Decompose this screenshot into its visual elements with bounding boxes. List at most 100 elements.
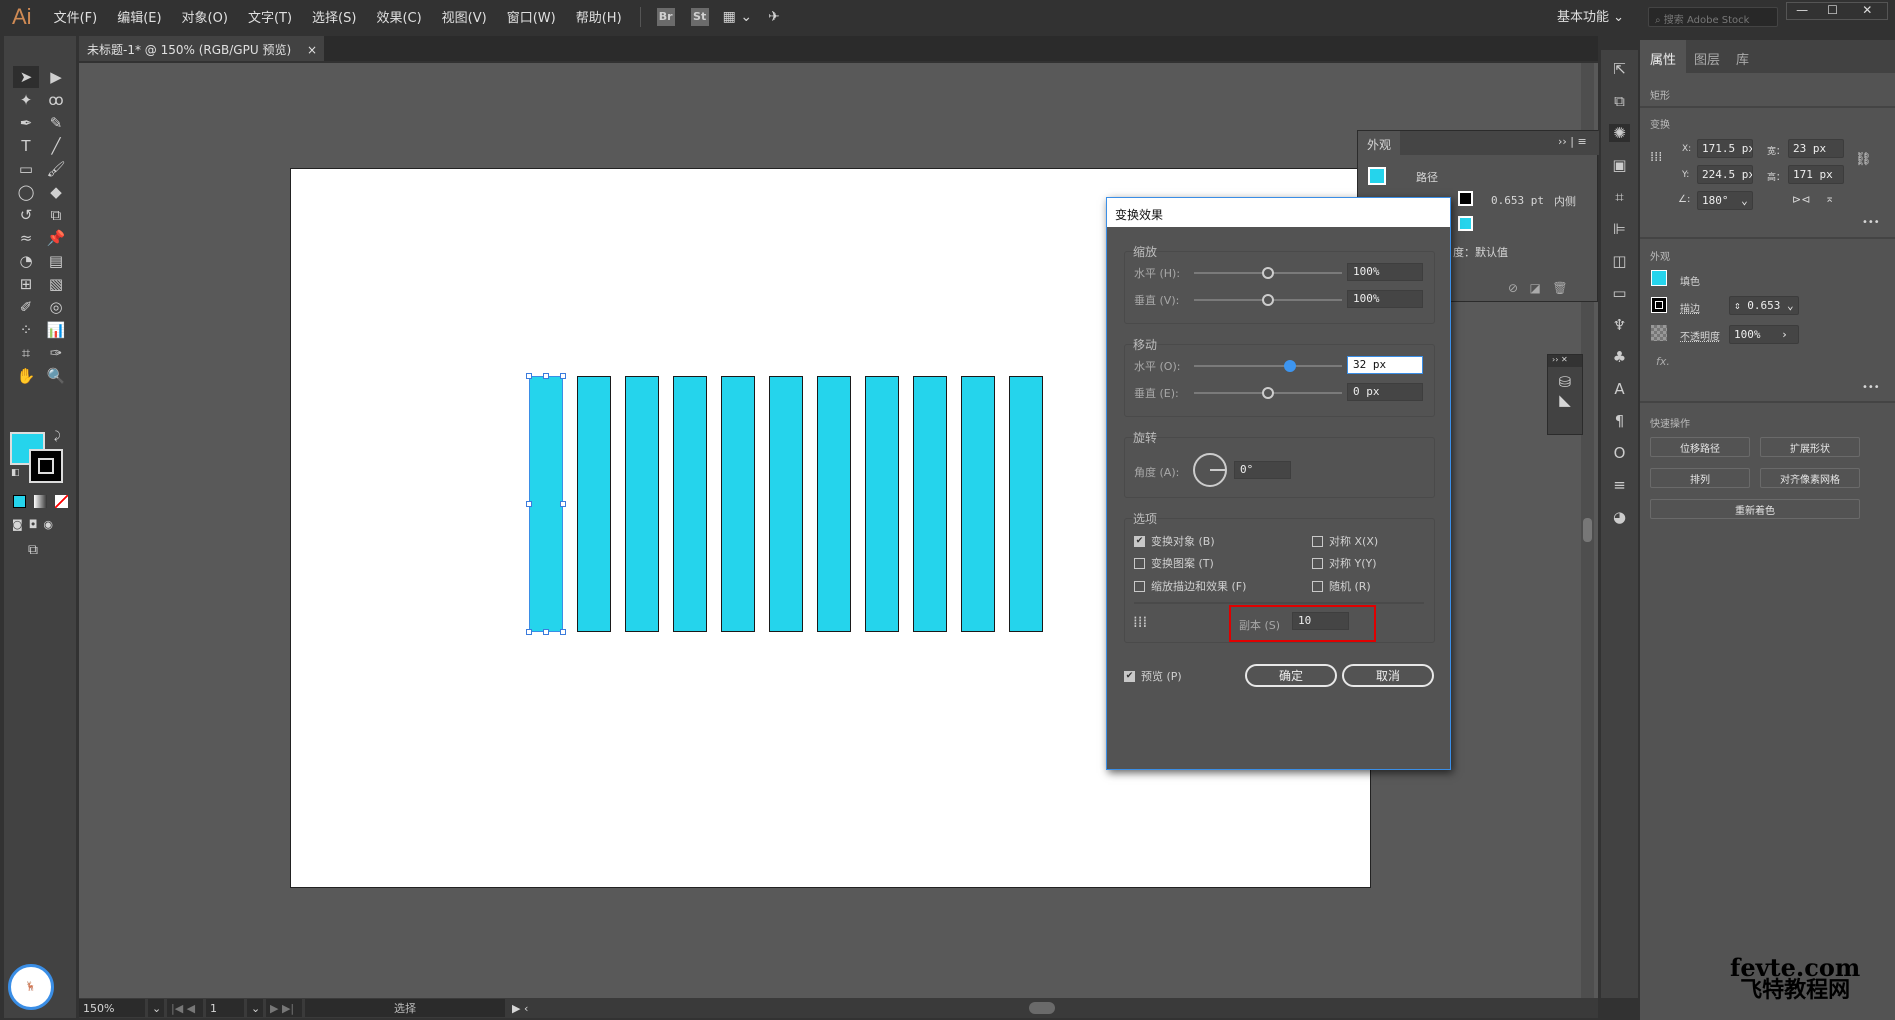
perspective-grid-tool-icon[interactable]: ▤ (43, 250, 69, 272)
magic-wand-tool-icon[interactable]: ✦ (13, 89, 39, 111)
fill-swatch[interactable] (1651, 270, 1667, 286)
scale-v-slider[interactable] (1194, 294, 1342, 306)
reference-point-icon[interactable]: ⁞⁞⁞ (1650, 150, 1662, 165)
menu-help[interactable]: 帮助(H) (576, 7, 622, 26)
opacity-input[interactable]: 100% › (1729, 325, 1799, 344)
delete-item-icon[interactable]: 🗑 (1552, 281, 1567, 295)
rectangle-copy[interactable] (817, 376, 851, 632)
zoom-tool-icon[interactable]: 🔍 (43, 365, 69, 387)
opacity-label[interactable]: 不透明度 (1680, 328, 1720, 343)
opacity-text[interactable]: 度：默认值 (1453, 244, 1508, 260)
status-menu-icon[interactable]: ▶ ‹ (512, 1002, 528, 1015)
stroke-swatch[interactable] (1651, 297, 1667, 313)
path-fill-swatch[interactable] (1368, 167, 1386, 185)
layers-icon[interactable]: ◫ (1612, 252, 1626, 270)
blend-tool-icon[interactable]: ◎ (43, 296, 69, 318)
stroke-icon[interactable]: ≡ (1613, 476, 1626, 494)
cancel-button[interactable]: 取消 (1342, 664, 1434, 687)
screen-mode-icon[interactable]: ⧉ (28, 542, 38, 558)
move-h-slider[interactable] (1194, 360, 1342, 372)
selection-handle[interactable] (560, 501, 566, 507)
x-input[interactable]: 171.5 px (1697, 139, 1753, 158)
transform-icon[interactable]: ⌗ (1615, 188, 1623, 206)
artboard-number-field[interactable]: 1 (206, 999, 244, 1017)
close-tab-icon[interactable]: × (307, 43, 317, 57)
character-icon[interactable]: A (1614, 380, 1624, 398)
selection-tool-icon[interactable]: ➤ (13, 66, 39, 88)
rectangle-tool-icon[interactable]: ▭ (13, 158, 39, 180)
none-mode-icon[interactable] (55, 495, 68, 508)
move-v-slider[interactable] (1194, 387, 1342, 399)
paintbrush-tool-icon[interactable]: 🖌 (43, 158, 69, 180)
current-tool-status[interactable]: 选择 (305, 999, 505, 1017)
align-icon[interactable]: ⊫ (1613, 220, 1626, 238)
3d-icon[interactable]: ⛁ (1548, 373, 1582, 391)
rectangle-copy[interactable] (865, 376, 899, 632)
more-options-icon[interactable]: ••• (1862, 382, 1880, 393)
lasso-tool-icon[interactable]: ꝏ (43, 89, 69, 111)
rectangle-copy[interactable] (577, 376, 611, 632)
swap-colors-icon[interactable]: ⤸ (54, 429, 61, 443)
symbol-sprayer-tool-icon[interactable]: ⁘ (13, 319, 39, 341)
draw-normal-icon[interactable]: ◙ (12, 518, 23, 531)
eraser-tool-icon[interactable]: ◆ (43, 181, 69, 203)
rectangle-copy[interactable] (721, 376, 755, 632)
line-tool-icon[interactable]: ╱ (43, 135, 69, 157)
type-tool-icon[interactable]: T (13, 135, 39, 157)
zoom-level-field[interactable]: 150% (79, 999, 145, 1017)
gradient-mode-icon[interactable] (34, 495, 47, 508)
export-icon[interactable]: ⇱ (1613, 60, 1626, 78)
gradient-icon[interactable]: ▭ (1612, 284, 1626, 302)
move-h-input[interactable]: 32 px (1347, 356, 1423, 374)
scale-h-input[interactable]: 100% (1347, 263, 1423, 281)
reflect-x-checkbox[interactable]: 对称 X(X) (1312, 533, 1378, 549)
maximize-button[interactable]: ☐ (1817, 3, 1847, 19)
width-input[interactable]: 23 px (1788, 139, 1844, 158)
angle-dial[interactable] (1193, 453, 1227, 487)
scale-tool-icon[interactable]: ⧉ (43, 204, 69, 226)
preview-checkbox[interactable]: ✔ 预览 (P) (1124, 668, 1182, 684)
rectangle-copy[interactable] (961, 376, 995, 632)
symbols-icon[interactable]: ♣ (1613, 348, 1626, 366)
selection-handle[interactable] (560, 373, 566, 379)
rectangle-copy[interactable] (673, 376, 707, 632)
warp-tool-icon[interactable]: ≈ (13, 227, 39, 249)
duplicate-item-icon[interactable]: ◪ (1530, 281, 1541, 295)
tab-properties[interactable]: 属性 (1640, 40, 1687, 73)
minimize-button[interactable]: — (1787, 3, 1817, 19)
selection-handle[interactable] (543, 373, 549, 379)
angle-input[interactable]: 0° (1234, 461, 1291, 479)
align-to-pixel-grid-button[interactable]: 对齐像素网格 (1760, 468, 1860, 488)
menu-file[interactable]: 文件(F) (54, 7, 98, 26)
reference-point-icon[interactable]: ⁞⁞⁞ (1133, 613, 1147, 631)
recolor-button[interactable]: 重新着色 (1650, 499, 1860, 519)
default-colors-icon[interactable]: ◧ (11, 468, 20, 478)
stroke-weight-input[interactable]: ⇕ 0.653 ⌄ (1729, 296, 1799, 315)
fx-button[interactable]: fx. (1656, 355, 1670, 368)
rectangle-copy[interactable] (769, 376, 803, 632)
scale-strokes-checkbox[interactable]: 缩放描边和效果 (F) (1134, 578, 1246, 594)
opentype-icon[interactable]: O (1614, 444, 1626, 462)
pathfinder-icon[interactable]: ⧉ (1614, 92, 1625, 110)
tab-libraries[interactable]: 库 (1726, 40, 1759, 73)
hand-tool-icon[interactable]: ✋ (13, 365, 39, 387)
draw-behind-icon[interactable]: ◘ (29, 518, 38, 531)
appearance-tab[interactable]: 外观 (1358, 131, 1400, 155)
paragraph-icon[interactable]: ¶ (1615, 412, 1625, 430)
pen-tool-icon[interactable]: ✒ (13, 112, 39, 134)
artboard-tool-icon[interactable]: ⌗ (13, 342, 39, 364)
angle-input[interactable]: 180° ⌄ (1697, 191, 1753, 210)
stroke-swatch[interactable] (1458, 191, 1473, 206)
clear-appearance-icon[interactable]: ⊘ (1508, 281, 1518, 295)
menu-effect[interactable]: 效果(C) (376, 7, 421, 26)
flip-horizontal-icon[interactable]: ⊳⊲ (1792, 193, 1810, 206)
stock-search-input[interactable]: ⌕ 搜索 Adobe Stock (1648, 7, 1778, 27)
curvature-tool-icon[interactable]: ✎ (43, 112, 69, 134)
shaper-tool-icon[interactable]: ◯ (13, 181, 39, 203)
graphic-styles-icon[interactable]: ▣ (1612, 156, 1626, 174)
menu-window[interactable]: 窗口(W) (507, 7, 556, 26)
more-options-icon[interactable]: ••• (1862, 217, 1880, 228)
arrange-documents-icon[interactable]: ▦ ⌄ (723, 9, 752, 25)
scale-h-slider[interactable] (1194, 267, 1342, 279)
copies-input[interactable]: 10 (1292, 612, 1349, 630)
